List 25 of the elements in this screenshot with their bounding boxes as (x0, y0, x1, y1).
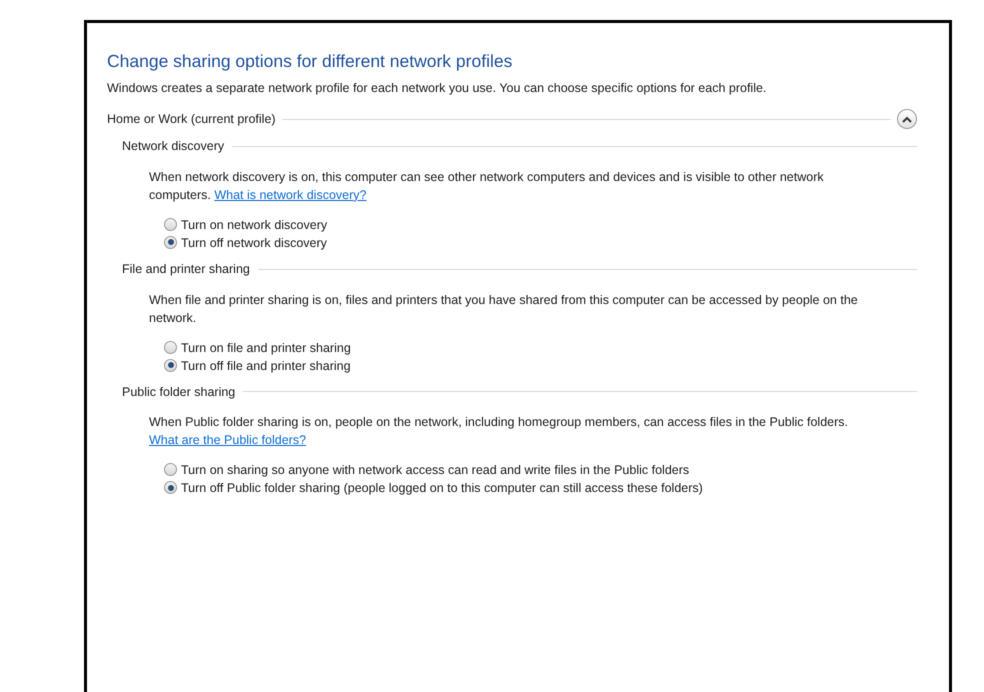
option-label: Turn off Public folder sharing (people logged on to this computer can still access these folders) (181, 480, 704, 498)
option-label: Turn off network discovery (181, 234, 328, 252)
option-label: Turn on sharing so anyone with network access can read and write files in the Public folders (181, 462, 690, 480)
section-description: When file and printer sharing is on, files and printers that you have shared from this computer can be accessed by people on the network. (149, 292, 859, 326)
chevron-up-icon (902, 116, 912, 122)
option-label: Turn on file and printer sharing (181, 340, 352, 356)
option-label: Turn off file and printer sharing (181, 358, 352, 374)
collapse-button[interactable] (897, 109, 917, 129)
intro-text: Windows creates a separate network profile for each network you use. You can choose specific options for each profile. (107, 80, 768, 97)
section-heading: File and printer sharing (122, 260, 250, 278)
radio-button[interactable] (164, 340, 177, 354)
section-heading: Public folder sharing (122, 384, 236, 401)
radio-button[interactable] (164, 481, 177, 494)
section-heading: Network discovery (122, 138, 224, 155)
radio-button[interactable] (164, 218, 177, 231)
radio-button[interactable] (164, 236, 177, 249)
profile-label: Home or Work (current profile) (107, 110, 276, 128)
help-link[interactable]: What is network discovery? (214, 188, 366, 202)
section-description: When network discovery is on, this computer can see other network computers and devices and is visible to other network computers. What is network discovery? (149, 168, 825, 204)
help-link[interactable]: What are the Public folders? (149, 433, 306, 448)
radio-button[interactable] (164, 358, 177, 372)
radio-button[interactable] (164, 463, 177, 476)
option-label: Turn on network discovery (181, 216, 328, 234)
section-description: When Public folder sharing is on, people on the network, including homegroup members, can access files in the Public folders. What are the Public folders? (149, 414, 849, 450)
page-title: Change sharing options for different network profiles (107, 50, 514, 73)
